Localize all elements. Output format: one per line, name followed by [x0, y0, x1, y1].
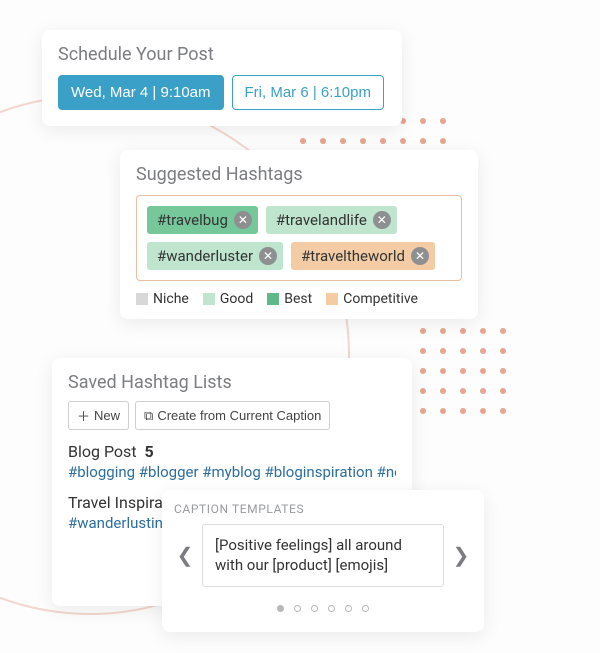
hashtag-input-box[interactable]: #travelbug ✕ #travelandlife ✕ #wanderlus… — [136, 195, 462, 281]
remove-hashtag-icon[interactable]: ✕ — [234, 211, 252, 229]
chevron-left-icon[interactable]: ❮ — [174, 543, 196, 567]
copy-icon: ⧉ — [144, 408, 153, 424]
pager-dot[interactable] — [362, 605, 369, 612]
schedule-time-option[interactable]: Fri, Mar 6 | 6:10pm — [232, 75, 384, 110]
hashtag-text: #travelbug — [157, 211, 228, 229]
caption-pager — [174, 597, 472, 616]
swatch-icon — [203, 293, 215, 305]
hashtag-chip: #travelandlife ✕ — [266, 206, 397, 234]
suggested-hashtags-card: Suggested Hashtags #travelbug ✕ #travela… — [120, 150, 478, 319]
pager-dot[interactable] — [328, 605, 335, 612]
decorative-dots-right — [420, 328, 506, 414]
schedule-time-option[interactable]: Wed, Mar 4 | 9:10am — [58, 75, 224, 110]
list-hashtags: #blogging #blogger #myblog #bloginspirat… — [68, 463, 396, 481]
legend-best: Best — [267, 291, 312, 307]
caption-templates-card: CAPTION TEMPLATES ❮ [Positive feelings] … — [162, 490, 484, 632]
hashtag-text: #wanderluster — [157, 247, 253, 265]
legend-competitive: Competitive — [326, 291, 418, 307]
legend-good: Good — [203, 291, 253, 307]
new-list-label: New — [94, 408, 120, 423]
new-list-button[interactable]: ＋ New — [68, 401, 129, 430]
chevron-right-icon[interactable]: ❯ — [450, 543, 472, 567]
hashtag-chip: #wanderluster ✕ — [147, 242, 283, 270]
schedule-title: Schedule Your Post — [58, 44, 386, 65]
pager-dot[interactable] — [294, 605, 301, 612]
remove-hashtag-icon[interactable]: ✕ — [373, 211, 391, 229]
hashtag-chip: #traveltheworld ✕ — [291, 242, 435, 270]
swatch-icon — [326, 293, 338, 305]
swatch-icon — [267, 293, 279, 305]
caption-templates-label: CAPTION TEMPLATES — [174, 502, 472, 516]
pager-dot[interactable] — [345, 605, 352, 612]
saved-lists-title: Saved Hashtag Lists — [68, 372, 396, 393]
list-count: 5 — [145, 442, 154, 461]
swatch-icon — [136, 293, 148, 305]
pager-dot[interactable] — [311, 605, 318, 612]
plus-icon: ＋ — [77, 406, 90, 425]
list-name: Blog Post — [68, 442, 137, 461]
create-from-caption-button[interactable]: ⧉ Create from Current Caption — [135, 401, 330, 430]
schedule-times: Wed, Mar 4 | 9:10am Fri, Mar 6 | 6:10pm — [58, 75, 386, 110]
pager-dot[interactable] — [277, 605, 284, 612]
legend-niche: Niche — [136, 291, 189, 307]
remove-hashtag-icon[interactable]: ✕ — [411, 247, 429, 265]
create-from-caption-label: Create from Current Caption — [157, 408, 321, 423]
hashtag-legend: Niche Good Best Competitive — [136, 291, 462, 307]
remove-hashtag-icon[interactable]: ✕ — [259, 247, 277, 265]
hashtag-text: #travelandlife — [276, 211, 367, 229]
saved-list-row[interactable]: Blog Post 5 #blogging #blogger #myblog #… — [68, 442, 396, 481]
caption-template-text[interactable]: [Positive feelings] all around with our … — [202, 524, 444, 587]
hashtag-text: #traveltheworld — [301, 247, 405, 265]
hashtag-chip: #travelbug ✕ — [147, 206, 258, 234]
suggested-title: Suggested Hashtags — [136, 164, 462, 185]
schedule-post-card: Schedule Your Post Wed, Mar 4 | 9:10am F… — [42, 30, 402, 126]
